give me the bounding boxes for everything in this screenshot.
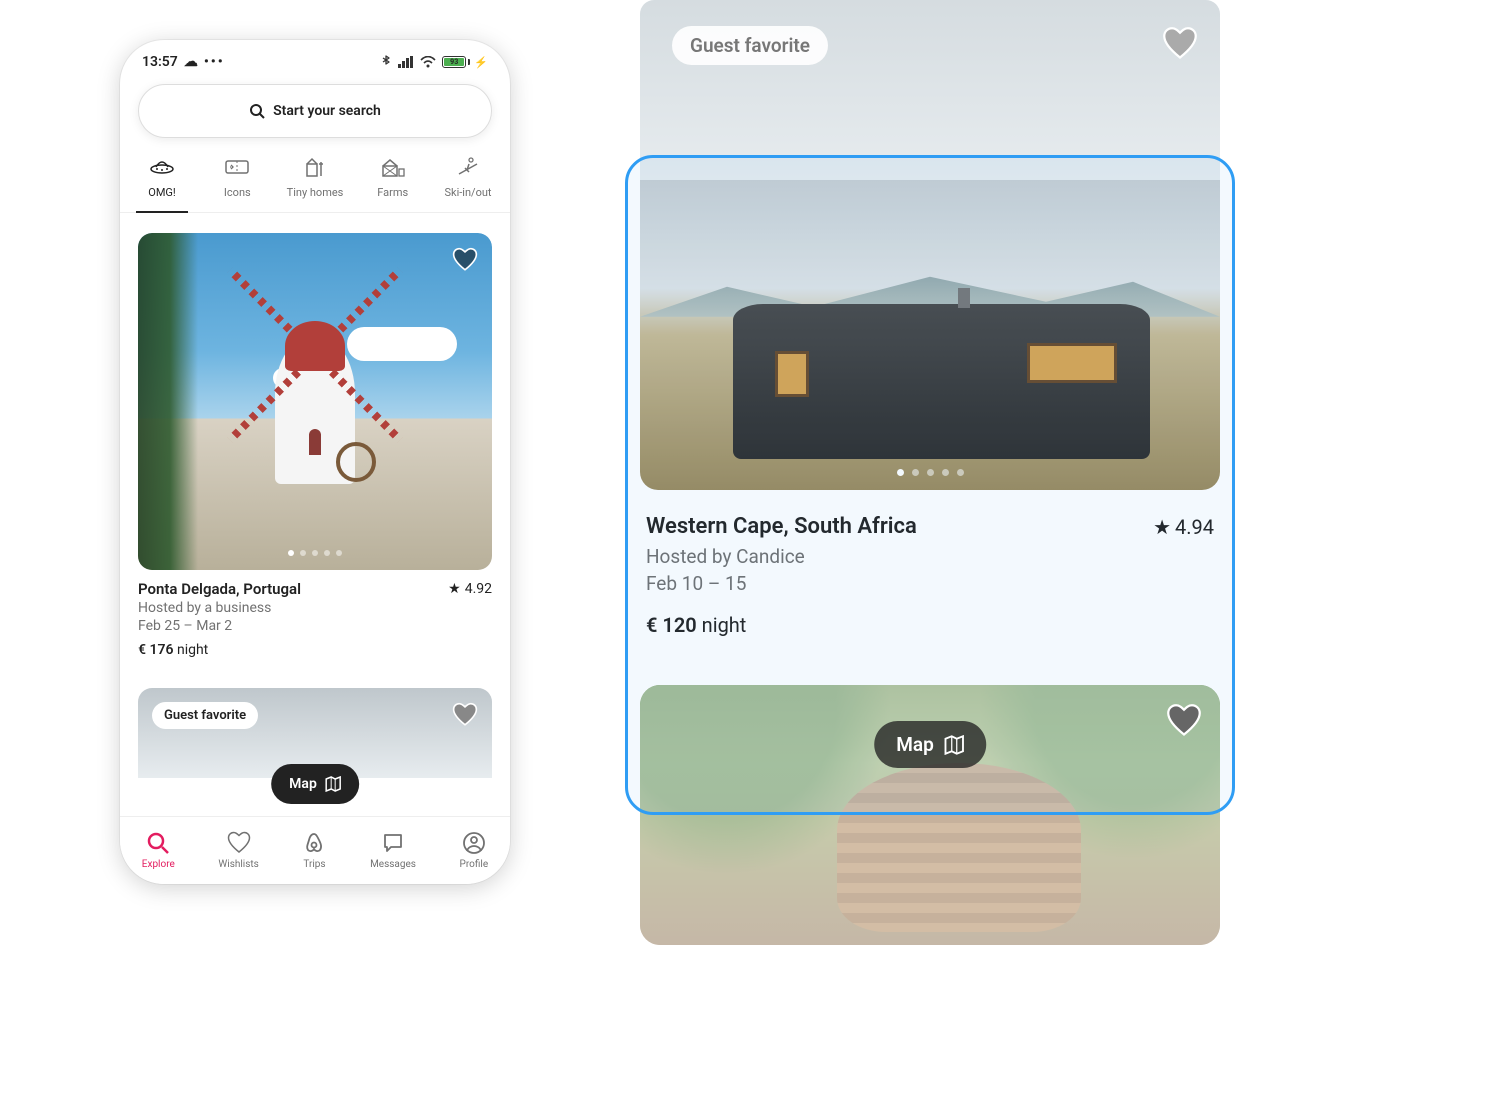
guest-favorite-badge: Guest favorite <box>152 702 258 729</box>
image-pager <box>640 469 1220 476</box>
wishlist-heart-button[interactable] <box>452 702 478 728</box>
ticket-icon <box>224 156 250 178</box>
map-icon <box>325 776 341 792</box>
category-tabs: OMG! Icons Tiny homes Farms Ski-in/out <box>120 138 510 213</box>
nav-wishlists[interactable]: Wishlists <box>218 831 258 870</box>
profile-icon <box>462 831 486 855</box>
nav-trips[interactable]: Trips <box>302 831 326 870</box>
signal-icon <box>398 56 414 68</box>
weather-icon: ☁ <box>184 54 198 70</box>
map-icon <box>944 735 964 755</box>
star-icon: ★ <box>448 581 461 597</box>
search-bar[interactable]: Start your search <box>138 84 492 138</box>
detail-next-listing[interactable]: Map <box>640 685 1220 945</box>
detail-rating: ★ 4.94 <box>1153 515 1214 539</box>
category-icons[interactable]: Icons <box>211 156 263 212</box>
ufo-icon <box>149 156 175 178</box>
listing-image[interactable] <box>138 233 492 570</box>
category-omg[interactable]: OMG! <box>136 156 188 213</box>
map-fab-button[interactable]: Map <box>271 764 359 804</box>
ski-icon <box>455 156 481 178</box>
detail-location: Western Cape, South Africa <box>646 514 917 539</box>
listing-host: Hosted by a business <box>138 600 492 616</box>
image-pager <box>138 550 492 556</box>
search-placeholder: Start your search <box>273 103 381 119</box>
tiny-home-icon <box>303 156 327 178</box>
farm-icon <box>380 156 406 178</box>
guest-favorite-badge: Guest favorite <box>672 26 828 65</box>
listing-location: Ponta Delgada, Portugal <box>138 580 301 598</box>
detail-panel: Guest favorite Western Cape, South Afric… <box>640 0 1220 945</box>
category-ski[interactable]: Ski-in/out <box>442 156 494 212</box>
search-icon <box>249 103 265 119</box>
category-farms[interactable]: Farms <box>367 156 419 212</box>
phone-frame: 13:57 ☁ ••• 93 ⚡ <box>120 40 510 884</box>
listing-rating: ★ 4.92 <box>448 581 492 597</box>
listing-card[interactable]: Ponta Delgada, Portugal ★ 4.92 Hosted by… <box>138 233 492 658</box>
listing-price: € 176 night <box>138 642 492 658</box>
chat-icon <box>381 831 405 855</box>
battery-icon: 93 ⚡ <box>442 56 488 69</box>
status-time: 13:57 <box>142 54 178 70</box>
detail-host: Hosted by Candice <box>646 545 1214 568</box>
category-tiny-homes[interactable]: Tiny homes <box>287 156 344 212</box>
nav-profile[interactable]: Profile <box>460 831 489 870</box>
wishlist-heart-button[interactable] <box>1166 703 1202 739</box>
detail-prev-image[interactable]: Guest favorite <box>640 0 1220 180</box>
detail-dates: Feb 10 – 15 <box>646 572 1214 595</box>
wifi-icon <box>420 56 436 68</box>
heart-icon <box>227 831 251 855</box>
wishlist-heart-button[interactable] <box>1162 26 1198 62</box>
nav-messages[interactable]: Messages <box>370 831 416 870</box>
listing-dates: Feb 25 – Mar 2 <box>138 618 492 634</box>
airbnb-logo-icon <box>302 831 326 855</box>
map-fab-button[interactable]: Map <box>874 721 986 768</box>
bluetooth-icon <box>380 55 392 69</box>
notification-dots-icon: ••• <box>204 54 225 70</box>
detail-listing-image[interactable] <box>640 180 1220 490</box>
wishlist-heart-button[interactable] <box>452 247 478 273</box>
star-icon: ★ <box>1153 515 1171 539</box>
search-icon <box>146 831 170 855</box>
nav-explore[interactable]: Explore <box>142 831 175 870</box>
detail-price: € 120 night <box>646 613 1214 637</box>
status-bar: 13:57 ☁ ••• 93 ⚡ <box>120 40 510 76</box>
bottom-nav: Explore Wishlists Trips Messages Profile <box>120 816 510 884</box>
